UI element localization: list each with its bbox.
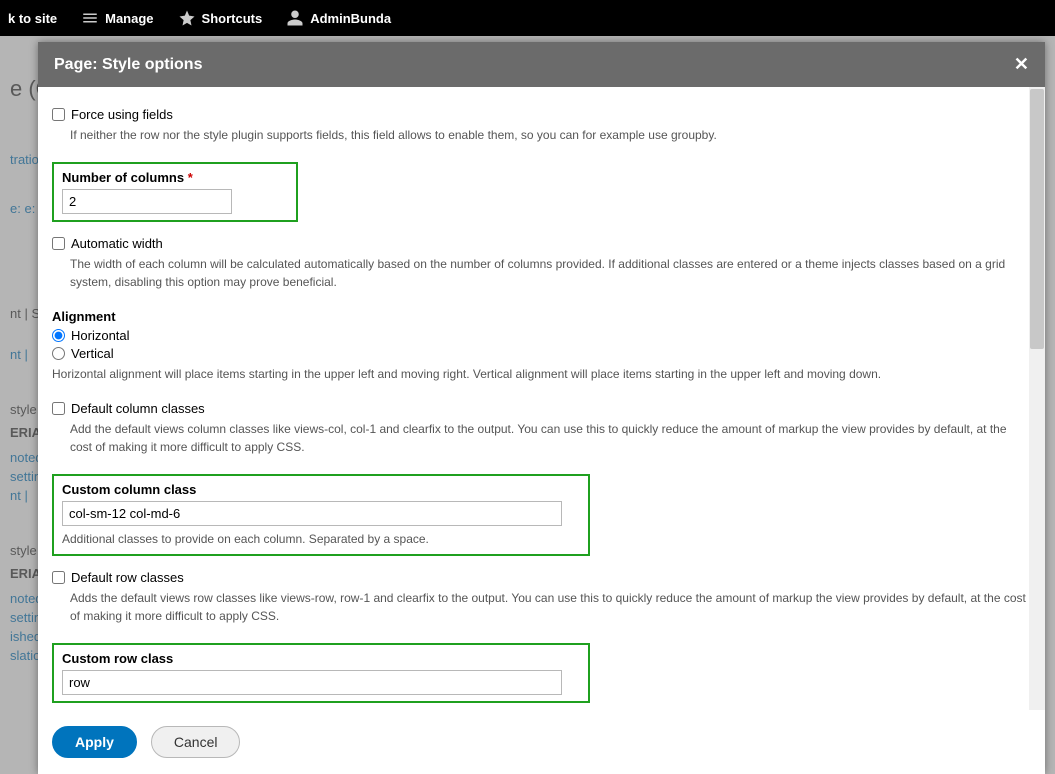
auto-width-item: Automatic width The width of each column… [52,236,1031,291]
modal-header: Page: Style options ✕ [38,42,1045,87]
star-icon [178,9,196,27]
custom-row-desc: Additional classes to provide on each ro… [52,707,1031,710]
auto-width-checkbox[interactable] [52,237,65,250]
modal-title: Page: Style options [54,56,202,74]
default-col-desc: Add the default views column classes lik… [70,420,1031,456]
default-col-label[interactable]: Default column classes [71,401,205,416]
force-fields-item: Force using fields If neither the row no… [52,107,1031,144]
scrollbar-track[interactable] [1029,87,1045,710]
modal-footer: Apply Cancel [38,710,1045,774]
num-columns-highlight: Number of columns * [52,162,298,222]
num-columns-input[interactable] [62,189,232,214]
shortcuts-menu[interactable]: Shortcuts [178,9,263,27]
custom-col-desc: Additional classes to provide on each co… [62,530,580,548]
alignment-vertical-radio[interactable] [52,347,65,360]
user-menu[interactable]: AdminBunda [286,9,391,27]
hamburger-icon [81,9,99,27]
custom-col-highlight: Custom column class Additional classes t… [52,474,590,556]
default-col-item: Default column classes Add the default v… [52,401,1031,456]
alignment-label: Alignment [52,309,1031,324]
apply-button[interactable]: Apply [52,726,137,758]
back-to-site-link[interactable]: k to site [8,11,57,26]
num-columns-label: Number of columns * [62,170,288,185]
cancel-button[interactable]: Cancel [151,726,241,758]
shortcuts-label: Shortcuts [202,11,263,26]
default-row-label[interactable]: Default row classes [71,570,184,585]
alignment-horizontal-radio[interactable] [52,329,65,342]
modal-body: Force using fields If neither the row no… [38,87,1045,710]
default-row-checkbox[interactable] [52,571,65,584]
user-icon [286,9,304,27]
custom-col-label: Custom column class [62,482,580,497]
alignment-horizontal-label[interactable]: Horizontal [71,328,130,343]
close-icon[interactable]: ✕ [1014,54,1029,75]
manage-label: Manage [105,11,153,26]
custom-row-input[interactable] [62,670,562,695]
custom-row-label: Custom row class [62,651,580,666]
force-fields-checkbox[interactable] [52,108,65,121]
user-label: AdminBunda [310,11,391,26]
default-row-item: Default row classes Adds the default vie… [52,570,1031,625]
force-fields-label[interactable]: Force using fields [71,107,173,122]
auto-width-label[interactable]: Automatic width [71,236,163,251]
alignment-desc: Horizontal alignment will place items st… [52,365,1031,383]
manage-menu[interactable]: Manage [81,9,153,27]
alignment-item: Alignment Horizontal Vertical Horizontal… [52,309,1031,383]
custom-col-input[interactable] [62,501,562,526]
back-label: k to site [8,11,57,26]
auto-width-desc: The width of each column will be calcula… [70,255,1031,291]
custom-row-highlight: Custom row class [52,643,590,703]
alignment-vertical-label[interactable]: Vertical [71,346,114,361]
force-fields-desc: If neither the row nor the style plugin … [70,126,1031,144]
default-row-desc: Adds the default views row classes like … [70,589,1031,625]
scrollbar-thumb[interactable] [1030,89,1044,349]
style-options-modal: Page: Style options ✕ Force using fields… [38,42,1045,774]
default-col-checkbox[interactable] [52,402,65,415]
admin-toolbar: k to site Manage Shortcuts AdminBunda [0,0,1055,36]
